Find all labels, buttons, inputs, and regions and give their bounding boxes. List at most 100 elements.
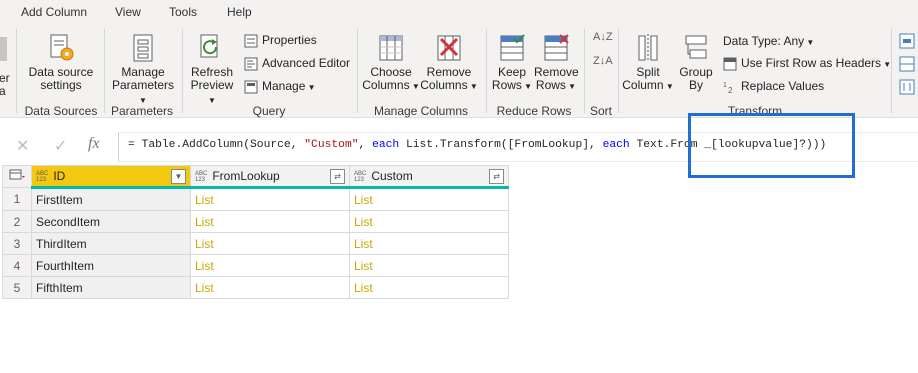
remove-rows-icon [544, 34, 569, 61]
manage-button[interactable]: Manage ▼ [244, 79, 316, 94]
menu-add-column[interactable]: Add Column [21, 5, 87, 19]
cell-id[interactable]: SecondItem [31, 210, 191, 233]
fx-icon[interactable]: fx [88, 135, 100, 153]
remove-columns-icon [437, 35, 461, 61]
cell-list-link[interactable]: List [349, 187, 509, 211]
menu-tools[interactable]: Tools [169, 5, 197, 19]
ribbon-separator [618, 29, 619, 113]
ribbon-separator [16, 29, 17, 113]
split-column-icon [638, 34, 658, 62]
group-label-reduce-rows: Reduce Rows [496, 104, 572, 118]
keep-rows-button[interactable]: Keep Rows ▼ [490, 33, 534, 93]
cell-list-link[interactable]: List [190, 276, 350, 299]
remove-rows-button[interactable]: Remove Rows ▼ [534, 33, 579, 93]
header-row: ABC 123 ID ▼ ABC 123 FromLookup ⇄ ABC 123 Cust… [2, 165, 509, 189]
use-first-row-as-headers-button[interactable]: Use First Row as Headers ▼ [723, 56, 891, 71]
split-column-label: Split Column [622, 65, 664, 92]
column-header-label: Custom [371, 169, 413, 183]
refresh-preview-button[interactable]: Refresh Preview ▼ [186, 33, 238, 107]
data-source-settings-icon [50, 34, 74, 61]
dropdown-arrow-icon: ▼ [467, 82, 478, 91]
partial-icon [0, 37, 7, 61]
svg-text:2: 2 [728, 86, 733, 94]
manage-parameters-button[interactable]: Manage Parameters ▼ [108, 33, 178, 107]
advanced-editor-button[interactable]: Advanced Editor [244, 56, 350, 71]
commit-formula-icon[interactable]: ✓ [54, 136, 67, 156]
cancel-formula-icon[interactable]: ✕ [16, 136, 29, 156]
menu-help[interactable]: Help [227, 5, 252, 19]
keep-rows-label: Keep Rows [491, 65, 527, 92]
column-header-id[interactable]: ABC 123 ID ▼ [31, 165, 191, 189]
cell-list-link[interactable]: List [190, 187, 350, 211]
properties-button[interactable]: Properties [244, 33, 317, 48]
expand-column-icon[interactable]: ⇄ [489, 169, 504, 184]
formula-part: , [358, 139, 373, 151]
table-menu-icon[interactable] [2, 165, 32, 188]
table-row: 3 ThirdItem List List [2, 232, 509, 255]
column-stats-icon[interactable] [899, 33, 915, 49]
dropdown-arrow-icon: ▼ [521, 82, 533, 91]
row-number: 1 [2, 187, 32, 211]
cell-list-link[interactable]: List [349, 232, 509, 255]
sort-descending-icon[interactable]: Z↓A [593, 55, 613, 67]
formula-part: List.Transform([FromLookup], [399, 139, 603, 151]
cell-list-link[interactable]: List [349, 276, 509, 299]
menu-view[interactable]: View [115, 5, 141, 19]
filter-dropdown-icon[interactable]: ▼ [171, 169, 186, 184]
group-by-button[interactable]: Group By [676, 33, 716, 92]
split-column-button[interactable]: Split Column ▼ [622, 33, 674, 93]
table-row: 2 SecondItem List List [2, 210, 509, 233]
cell-id[interactable]: FifthItem [31, 276, 191, 299]
properties-label: Properties [262, 33, 317, 47]
choose-columns-button[interactable]: Choose Columns ▼ [362, 33, 420, 93]
dropdown-arrow-icon: ▼ [804, 38, 815, 47]
reverse-rows-icon[interactable] [899, 79, 915, 95]
cell-list-link[interactable]: List [190, 254, 350, 277]
data-source-settings-label: Data source settings [28, 65, 94, 92]
formula-part: = Table.AddColumn(Source, [128, 139, 305, 151]
cell-list-link[interactable]: List [349, 254, 509, 277]
cell-id[interactable]: ThirdItem [31, 232, 191, 255]
refresh-preview-label: Refresh Preview [190, 65, 234, 92]
cell-list-link[interactable]: List [190, 232, 350, 255]
data-type-dropdown[interactable]: Data Type: Any ▼ [723, 34, 814, 48]
cell-id[interactable]: FirstItem [31, 187, 191, 211]
partial-left-button[interactable] [0, 35, 10, 66]
cell-id[interactable]: FourthItem [31, 254, 191, 277]
table-row: 5 FifthItem List List [2, 276, 509, 299]
keep-rows-icon [500, 34, 525, 61]
group-label-query: Query [252, 104, 286, 118]
dropdown-arrow-icon: ▼ [881, 60, 892, 69]
use-first-row-label: Use First Row as Headers [741, 56, 882, 70]
manage-label: Manage [262, 79, 306, 93]
replace-values-label: Replace Values [741, 79, 825, 93]
data-type-label: Data Type: Any [723, 34, 805, 48]
refresh-preview-icon [200, 34, 218, 58]
column-header-fromlookup[interactable]: ABC 123 FromLookup ⇄ [190, 165, 350, 189]
group-label-parameters: Parameters [110, 104, 174, 118]
column-header-custom[interactable]: ABC 123 Custom ⇄ [349, 165, 509, 189]
data-source-settings-button[interactable]: Data source settings [24, 33, 98, 92]
group-by-label: Group By [679, 65, 713, 92]
remove-columns-button[interactable]: Remove Columns ▼ [420, 33, 478, 93]
table-row: 4 FourthItem List List [2, 254, 509, 277]
replace-values-button[interactable]: 1 2 Replace Values [723, 79, 824, 94]
dropdown-arrow-icon: ▼ [305, 83, 316, 92]
ribbon-separator [486, 29, 487, 113]
manage-parameters-label: Manage Parameters [111, 65, 175, 92]
cell-list-link[interactable]: List [349, 210, 509, 233]
manage-parameters-icon [133, 34, 153, 62]
transpose-icon[interactable] [899, 56, 915, 72]
group-label-sort: Sort [589, 104, 612, 118]
data-grid: ABC 123 ID ▼ ABC 123 FromLookup ⇄ ABC 123 Cust… [2, 165, 509, 299]
cell-list-link[interactable]: List [190, 210, 350, 233]
expand-column-icon[interactable]: ⇄ [330, 169, 345, 184]
partial-label-2: a [0, 84, 6, 98]
group-label-manage-columns: Manage Columns [373, 104, 469, 118]
row-number: 4 [2, 254, 32, 277]
menu-bar: Add Column View Tools Help [0, 0, 918, 25]
column-header-label: ID [53, 169, 66, 183]
sort-ascending-icon[interactable]: A↓Z [593, 31, 613, 43]
ribbon-separator [891, 29, 892, 113]
group-label-data-sources: Data Sources [24, 104, 98, 118]
